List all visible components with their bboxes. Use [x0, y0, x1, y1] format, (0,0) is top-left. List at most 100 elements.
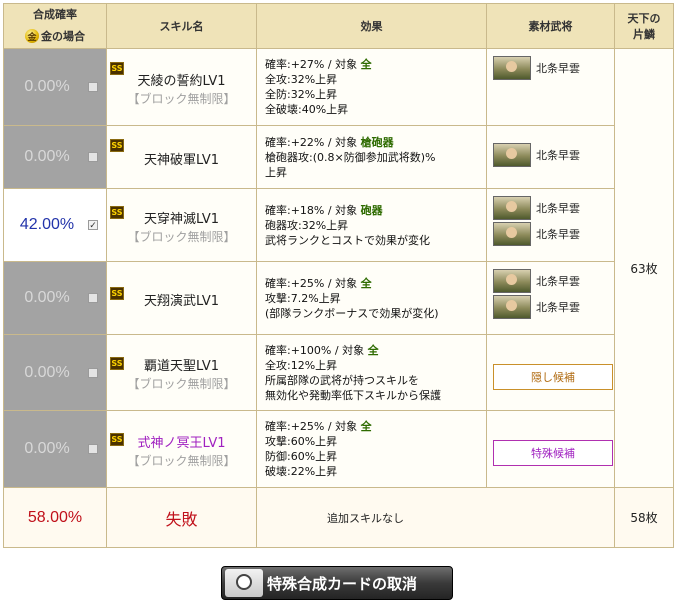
skill-name: 式神ノ冥王LV1	[137, 435, 226, 451]
total-fragment-cell: 63枚	[614, 48, 674, 488]
total-fragment-count: 63枚	[630, 261, 658, 276]
skill-checkbox[interactable]	[88, 367, 98, 378]
effect-line: 無効化や発動率低下スキルから保護	[265, 388, 441, 402]
fail-rate-cell: 58.00%	[3, 487, 107, 548]
fail-fragment-count: 58枚	[630, 511, 658, 525]
effect-line: 確率:+25% / 対象 全	[265, 419, 480, 434]
hidden-candidate-button[interactable]: 隠し候補	[493, 364, 613, 390]
rate-cell: 0.00%	[3, 125, 107, 189]
fail-rate-value: 58.00%	[27, 508, 83, 526]
rate-value: 0.00%	[24, 440, 70, 457]
header-effect: 効果	[256, 3, 487, 49]
special-candidate-button[interactable]: 特殊候補	[493, 440, 613, 466]
effect-line: 確率:+25% / 対象 全	[265, 276, 480, 291]
rate-cell: 0.00%	[3, 261, 107, 335]
general-portrait	[493, 269, 531, 293]
effect-line: 確率:+27% / 対象 全	[265, 57, 480, 72]
header-rate: 合成確率 金 金の場合	[3, 3, 107, 49]
table-row: 0.00% SS 式神ノ冥王LV1 【ブロック無制限】 確率:+25% / 対象…	[3, 410, 674, 488]
effect-line: 全破壊:40%上昇	[265, 103, 349, 116]
ss-rarity-icon: SS	[110, 62, 124, 75]
effect-line: (部隊ランクボーナスで効果が変化)	[265, 306, 439, 320]
material-cell: 北条早雲 北条早雲	[486, 261, 615, 335]
cancel-special-card-button[interactable]: 特殊合成カードの取消	[221, 566, 453, 600]
material-general[interactable]: 北条早雲	[493, 142, 614, 168]
block-note: 【ブロック無制限】	[127, 453, 236, 468]
header-tenka-line2: 片鱗	[633, 28, 655, 41]
skill-cell: SS 覇道天聖LV1 【ブロック無制限】	[106, 334, 257, 411]
block-note: 【ブロック無制限】	[127, 91, 236, 106]
effect-cell: 確率:+18% / 対象 砲器 砲器攻:32%上昇 武将ランクとコストで効果が変…	[256, 188, 487, 262]
effect-cell: 確率:+100% / 対象 全 全攻:12%上昇 所属部隊の武将が持つスキルを …	[256, 334, 487, 411]
ss-rarity-icon: SS	[110, 139, 124, 152]
gold-case-text: 金の場合	[41, 30, 85, 43]
effect-target: 全	[367, 343, 379, 357]
rate-cell: 0.00%	[3, 48, 107, 126]
general-portrait	[493, 56, 531, 80]
skill-cell: SS 式神ノ冥王LV1 【ブロック無制限】	[106, 410, 257, 488]
ss-rarity-icon: SS	[110, 433, 124, 446]
synthesis-table: 合成確率 金 金の場合 スキル名 効果 素材武将 天下の 片鱗 0.00% SS	[3, 3, 674, 548]
material-general[interactable]: 北条早雲	[493, 268, 614, 294]
rate-value: 0.00%	[24, 289, 70, 306]
block-note: 【ブロック無制限】	[127, 377, 236, 391]
effect-line: 攻撃:60%上昇	[265, 435, 338, 448]
effect-line: 全防:32%上昇	[265, 88, 338, 101]
effect-target: 全	[360, 420, 372, 433]
rate-value: 0.00%	[24, 78, 70, 95]
skill-cell: SS 天綾の誓約LV1 【ブロック無制限】	[106, 48, 257, 126]
block-note: 【ブロック無制限】	[127, 229, 236, 244]
material-general[interactable]: 北条早雲	[493, 294, 614, 320]
effect-target: 槍砲器	[360, 135, 394, 149]
general-name: 北条早雲	[536, 275, 580, 288]
skill-name: 天翔演武LV1	[144, 293, 219, 309]
table-row: 42.00% ✓ SS 天穿神滅LV1 【ブロック無制限】 確率:+18% / …	[3, 188, 674, 262]
skill-cell: SS 天神破軍LV1	[106, 125, 257, 189]
fail-fragment-cell: 58枚	[614, 487, 674, 548]
fail-effect: 追加スキルなし	[256, 487, 615, 548]
skill-checkbox[interactable]	[88, 444, 98, 454]
effect-cell: 確率:+27% / 対象 全 全攻:32%上昇 全防:32%上昇 全破壊:40%…	[256, 48, 487, 126]
header-tenka-fragment: 天下の 片鱗	[614, 3, 674, 49]
table-header-row: 合成確率 金 金の場合 スキル名 効果 素材武将 天下の 片鱗	[3, 3, 674, 49]
skill-name: 天綾の誓約LV1	[137, 73, 226, 89]
effect-line: 確率:+22% / 対象 槍砲器	[265, 135, 480, 150]
header-tenka-line1: 天下の	[627, 12, 661, 25]
material-cell: 特殊候補	[486, 410, 615, 488]
rate-cell: 0.00%	[3, 410, 107, 488]
effect-line: 砲器攻:32%上昇	[265, 218, 349, 232]
table-row: 0.00% SS 天綾の誓約LV1 【ブロック無制限】 確率:+27% / 対象…	[3, 48, 674, 488]
material-general[interactable]: 北条早雲	[493, 55, 614, 81]
fail-row: 58.00% 失敗 追加スキルなし 58枚	[3, 487, 674, 548]
general-portrait	[493, 196, 531, 220]
skill-name: 天神破軍LV1	[144, 152, 219, 168]
skill-checkbox[interactable]	[88, 293, 98, 303]
effect-rate: 確率:+100% / 対象	[265, 343, 368, 357]
skill-checkbox-checked[interactable]: ✓	[88, 220, 98, 230]
material-general[interactable]: 北条早雲	[493, 221, 614, 247]
effect-line: 所属部隊の武将が持つスキルを	[265, 373, 419, 387]
effect-line: 武将ランクとコストで効果が変化	[265, 233, 430, 247]
rate-value: 42.00%	[19, 216, 75, 233]
general-name: 北条早雲	[536, 301, 580, 314]
effect-cell: 確率:+25% / 対象 全 攻撃:60%上昇 防御:60%上昇 破壊:22%上…	[256, 410, 487, 488]
skill-name: 覇道天聖LV1	[144, 359, 219, 374]
effect-line: 破壊:22%上昇	[265, 465, 338, 478]
general-name: 北条早雲	[536, 62, 580, 75]
table-row: 0.00% SS 覇道天聖LV1 【ブロック無制限】 確率:+100% / 対象…	[3, 334, 674, 411]
general-name: 北条早雲	[536, 149, 580, 162]
effect-line: 全攻:32%上昇	[265, 73, 338, 86]
skill-checkbox[interactable]	[88, 82, 98, 92]
gold-coin-icon: 金	[25, 29, 39, 43]
skill-name: 天穿神滅LV1	[144, 211, 219, 227]
character-portrait-icon	[225, 569, 263, 597]
general-portrait	[493, 222, 531, 246]
material-general[interactable]: 北条早雲	[493, 195, 614, 221]
table-row: 0.00% SS 天翔演武LV1 確率:+25% / 対象 全 攻撃:7.2%上…	[3, 261, 674, 335]
skill-cell: SS 天翔演武LV1	[106, 261, 257, 335]
header-skill-name: スキル名	[106, 3, 257, 49]
material-cell: 隠し候補	[486, 334, 615, 411]
skill-checkbox[interactable]	[88, 152, 98, 162]
effect-target: 砲器	[360, 203, 383, 217]
effect-line: 全攻:12%上昇	[265, 358, 338, 372]
